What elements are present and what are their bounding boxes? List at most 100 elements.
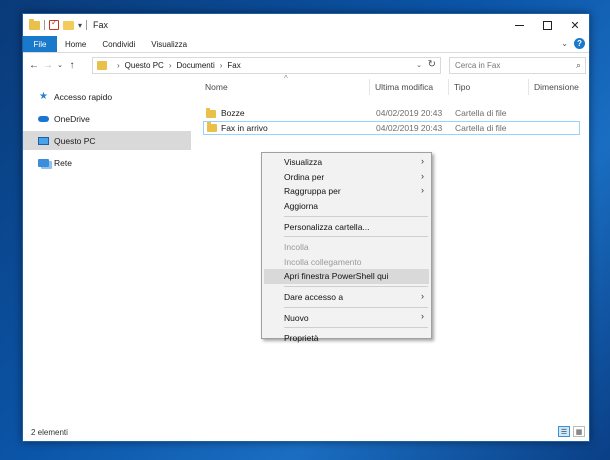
menu-item-label: Dare accesso a bbox=[284, 292, 344, 303]
context-menu: Visualizza › Ordina per › Raggruppa per … bbox=[261, 152, 432, 343]
customize-toolbar-icon[interactable]: ▾ bbox=[78, 21, 82, 30]
menu-item-open-powershell[interactable]: Apri finestra PowerShell qui bbox=[264, 269, 429, 284]
search-icon[interactable]: ⌕ bbox=[576, 60, 581, 71]
breadcrumb-separator-icon[interactable]: › bbox=[220, 61, 223, 70]
properties-icon[interactable] bbox=[49, 18, 59, 30]
minimize-button[interactable] bbox=[505, 14, 533, 36]
menu-item-view[interactable]: Visualizza › bbox=[262, 155, 431, 170]
refresh-icon[interactable]: ↻ bbox=[428, 59, 436, 70]
file-name: Bozze bbox=[221, 108, 245, 118]
up-arrow-icon: ↑ bbox=[69, 59, 75, 71]
breadcrumb-separator-icon[interactable]: › bbox=[117, 61, 120, 70]
menu-item-sort-by[interactable]: Ordina per › bbox=[262, 170, 431, 185]
file-row-bozze[interactable]: Bozze 04/02/2019 20:43 Cartella di file bbox=[203, 107, 580, 121]
sidebar-item-label: Questo PC bbox=[54, 135, 96, 146]
address-bar[interactable]: › Questo PC › Documenti › Fax ⌄ ↻ bbox=[92, 57, 441, 74]
column-divider[interactable] bbox=[369, 79, 370, 95]
tab-home[interactable]: Home bbox=[57, 36, 94, 52]
forward-button[interactable]: → bbox=[41, 58, 55, 72]
submenu-arrow-icon: › bbox=[421, 185, 424, 196]
window-controls: ✕ bbox=[505, 14, 589, 36]
menu-separator bbox=[284, 286, 428, 288]
breadcrumb-fax[interactable]: Fax bbox=[227, 61, 240, 70]
sidebar-item-label: OneDrive bbox=[54, 113, 90, 124]
tab-view[interactable]: Visualizza bbox=[143, 36, 195, 52]
menu-separator bbox=[284, 215, 428, 217]
title-bar: ▾ Fax ✕ bbox=[23, 14, 589, 36]
item-count: 2 elementi bbox=[31, 427, 68, 437]
back-arrow-icon: ← bbox=[29, 59, 39, 71]
network-icon bbox=[38, 158, 49, 168]
tab-file[interactable]: File bbox=[23, 36, 57, 52]
menu-item-label: Incolla collegamento bbox=[284, 256, 362, 267]
sidebar-item-onedrive[interactable]: OneDrive bbox=[23, 109, 191, 128]
submenu-arrow-icon: › bbox=[421, 170, 424, 181]
close-icon: ✕ bbox=[570, 19, 580, 32]
menu-item-customize-folder[interactable]: Personalizza cartella... bbox=[262, 219, 431, 234]
details-view-button[interactable]: ☰ bbox=[558, 426, 570, 437]
ribbon-right-controls: ⌄ ? bbox=[561, 38, 585, 49]
up-button[interactable]: ↑ bbox=[65, 58, 79, 72]
menu-item-label: Apri finestra PowerShell qui bbox=[284, 271, 389, 282]
menu-item-refresh[interactable]: Aggiorna bbox=[262, 199, 431, 214]
search-input[interactable] bbox=[455, 61, 565, 70]
file-type: Cartella di file bbox=[455, 108, 507, 118]
sidebar-item-label: Rete bbox=[54, 157, 72, 168]
sidebar-item-network[interactable]: Rete bbox=[23, 153, 191, 172]
status-bar: 2 elementi ☰ ▦ bbox=[23, 423, 589, 441]
tab-share[interactable]: Condividi bbox=[94, 36, 143, 52]
star-icon: ★ bbox=[39, 91, 48, 102]
submenu-arrow-icon: › bbox=[421, 156, 424, 166]
submenu-arrow-icon: › bbox=[421, 290, 424, 301]
menu-item-paste[interactable]: Incolla bbox=[262, 240, 431, 255]
menu-item-label: Ordina per bbox=[284, 171, 325, 182]
close-button[interactable]: ✕ bbox=[561, 14, 589, 36]
column-divider[interactable] bbox=[528, 79, 529, 95]
details-view-icon: ☰ bbox=[560, 428, 568, 436]
new-folder-icon[interactable] bbox=[63, 20, 74, 30]
file-row-fax-in-arrivo[interactable]: Fax in arrivo 04/02/2019 20:43 Cartella … bbox=[203, 121, 580, 135]
column-header-type[interactable]: Tipo bbox=[454, 82, 470, 92]
column-header-size[interactable]: Dimensione bbox=[534, 82, 579, 92]
menu-item-new[interactable]: Nuovo › bbox=[262, 310, 431, 325]
column-header-name[interactable]: Nome bbox=[205, 82, 228, 92]
maximize-icon bbox=[542, 20, 552, 30]
help-icon[interactable]: ? bbox=[574, 38, 585, 49]
address-row: ← → ⌄ ↑ › Questo PC › Documenti › Fax ⌄ … bbox=[23, 53, 589, 77]
menu-item-properties[interactable]: Proprietà bbox=[262, 331, 431, 346]
breadcrumb-documents[interactable]: Documenti bbox=[176, 61, 214, 70]
sort-ascending-icon: ^ bbox=[284, 74, 288, 83]
back-button[interactable]: ← bbox=[27, 58, 41, 72]
computer-icon bbox=[38, 136, 49, 146]
column-header-modified[interactable]: Ultima modifica bbox=[375, 82, 433, 92]
menu-separator bbox=[284, 327, 428, 329]
file-type: Cartella di file bbox=[455, 123, 507, 133]
maximize-button[interactable] bbox=[533, 14, 561, 36]
sidebar-item-quick-access[interactable]: ★ Accesso rapido bbox=[23, 87, 191, 106]
sidebar-item-this-pc[interactable]: Questo PC bbox=[23, 131, 191, 150]
address-dropdown-icon[interactable]: ⌄ bbox=[416, 61, 422, 69]
quick-access-toolbar: ▾ bbox=[23, 18, 88, 30]
menu-separator bbox=[284, 236, 428, 238]
view-switcher: ☰ ▦ bbox=[558, 426, 585, 437]
menu-item-label: Raggruppa per bbox=[284, 186, 341, 197]
search-box: ⌕ bbox=[449, 57, 586, 74]
menu-item-label: Aggiorna bbox=[284, 201, 319, 212]
divider bbox=[44, 20, 45, 30]
file-modified: 04/02/2019 20:43 bbox=[376, 123, 443, 133]
divider bbox=[86, 20, 88, 30]
breadcrumb-this-pc[interactable]: Questo PC bbox=[125, 61, 164, 70]
folder-icon bbox=[29, 18, 40, 30]
column-divider[interactable] bbox=[448, 79, 449, 95]
menu-item-paste-shortcut[interactable]: Incolla collegamento bbox=[262, 255, 431, 270]
chevron-down-icon: ⌄ bbox=[57, 62, 63, 69]
navigation-pane: ★ Accesso rapido OneDrive Questo PC Rete bbox=[23, 77, 191, 423]
recent-locations-button[interactable]: ⌄ bbox=[55, 58, 65, 72]
menu-item-group-by[interactable]: Raggruppa per › bbox=[262, 184, 431, 199]
file-name: Fax in arrivo bbox=[221, 123, 268, 133]
menu-item-give-access[interactable]: Dare accesso a › bbox=[262, 290, 431, 305]
large-icons-view-button[interactable]: ▦ bbox=[573, 426, 585, 437]
expand-ribbon-icon[interactable]: ⌄ bbox=[561, 39, 568, 48]
breadcrumb-separator-icon[interactable]: › bbox=[169, 61, 172, 70]
large-icons-view-icon: ▦ bbox=[575, 428, 583, 436]
